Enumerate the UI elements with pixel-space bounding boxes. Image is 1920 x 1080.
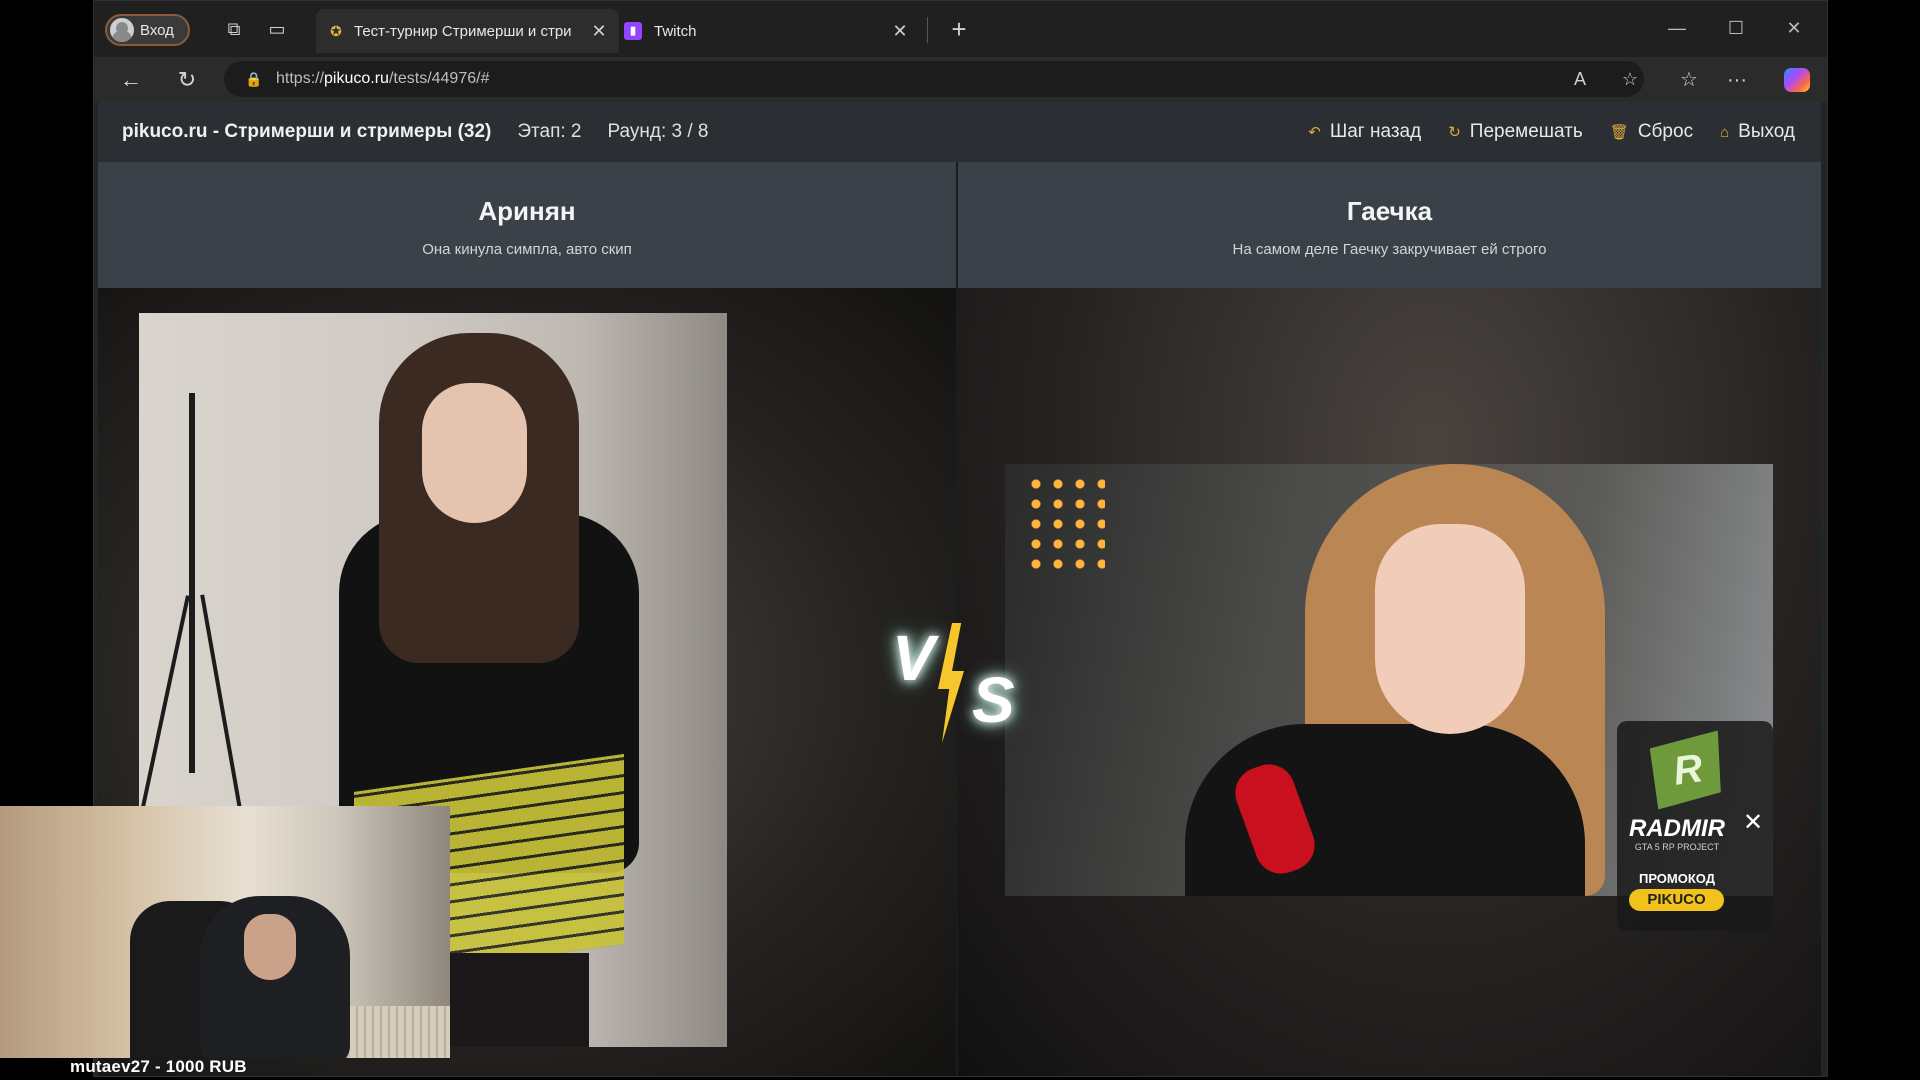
window-close-icon[interactable]: ✕ [1774,13,1814,43]
photo-face [422,383,527,523]
step-back-button[interactable]: ↶ Шаг назад [1308,121,1421,143]
donation-alert: mutaev27 - 1000 RUB [70,1057,247,1076]
radmir-ad-overlay[interactable]: R RADMIR GTA 5 RP PROJECT ПРОМОКОД PIKUC… [1617,721,1773,931]
lock-icon[interactable]: 🔒 [244,71,264,88]
navigation-bar: ← ↻ 🔒 https://pikuco.ru/tests/44976/# A … [94,57,1827,102]
url-host: pikuco.ru [324,70,389,87]
twitch-favicon-icon: ▮ [624,22,642,40]
shuffle-icon: ↻ [1448,124,1461,141]
photo-face [1375,524,1525,734]
close-tab-icon[interactable]: ✕ [587,21,611,42]
close-tab-icon[interactable]: ✕ [888,21,912,42]
pikuco-favicon-icon: ✪ [330,23,342,39]
close-icon[interactable]: ✕ [1741,811,1765,835]
contestant-left-name: Аринян [478,196,576,226]
ad-brand: RADMIR [1629,815,1725,842]
copilot-icon[interactable] [1784,68,1810,92]
contestant-left-description: Она кинула симпла, авто скип [422,241,632,258]
workspaces-icon[interactable]: ⧉ [223,18,245,40]
radmir-logo-icon: R [1648,730,1727,809]
photo-string-lights [1025,474,1105,574]
favorite-star-icon[interactable]: ☆ [1616,65,1644,93]
tab-strip: Вход ⧉ ▭ ✪ Тест-турнир Стримерши и стри … [94,1,1827,57]
contestant-left-header[interactable]: Аринян Она кинула симпла, авто скип [98,162,956,288]
reset-button[interactable]: 🗑 Сброс [1610,121,1693,143]
trash-icon: 🗑 [1609,124,1629,141]
maximize-icon[interactable]: ☐ [1716,13,1756,43]
ad-promo-label: ПРОМОКОД [1638,871,1716,886]
tripod-leg [139,595,190,831]
vs-letter-s: S [972,664,1015,736]
avatar-icon [110,18,134,42]
tab-twitch[interactable]: ▮ Twitch ✕ [624,9,920,53]
tab-title: Тест-турнир Стримерши и стри [354,22,572,40]
ad-subtitle: GTA 5 RP PROJECT [1634,842,1720,852]
tripod-leg [200,594,246,832]
vs-letter-v: V [892,622,935,694]
ad-promo-code: PIKUCO [1629,889,1724,911]
undo-icon: ↶ [1308,124,1321,141]
url-prefix: https:// [276,70,325,87]
lightning-icon [938,623,964,743]
stage-indicator: Этап: 2 [517,121,582,142]
streamer-face [244,914,296,980]
reload-icon[interactable]: ↻ [172,65,202,95]
shuffle-button[interactable]: ↻ Перемешать [1448,121,1583,143]
tripod [189,393,195,773]
profile-button[interactable]: Вход [105,14,190,46]
radiator [350,1006,450,1058]
new-tab-icon[interactable]: + [944,15,974,45]
page-title[interactable]: pikuco.ru - Стримерши и стримеры (32) [122,121,491,143]
contestant-right-header[interactable]: Гаечка На самом деле Гаечку закручивает … [958,162,1821,288]
exit-button[interactable]: ⌂ Выход [1720,121,1795,143]
reset-label: Сброс [1637,121,1694,142]
contestant-right-description: На самом деле Гаечку закручивает ей стро… [1232,241,1547,258]
contestant-right-name: Гаечка [1346,196,1433,226]
site-header: pikuco.ru - Стримерши и стримеры (32) Эт… [98,102,1821,162]
tab-separator [927,17,928,43]
round-indicator: Раунд: 3 / 8 [607,121,709,142]
tab-title: Twitch [654,22,697,40]
profile-label: Вход [140,21,174,39]
read-aloud-icon[interactable]: A [1566,65,1594,93]
header-actions: ↶ Шаг назад ↻ Перемешать 🗑 Сброс ⌂ Выход [1281,102,1795,162]
back-arrow-icon[interactable]: ← [116,65,146,95]
streamer-webcam [0,806,450,1058]
shuffle-label: Перемешать [1469,121,1583,142]
url-path: /tests/44976/# [388,70,490,87]
more-options-icon[interactable]: ··· [1722,65,1752,95]
favorites-icon[interactable]: ☆ [1674,65,1704,95]
address-bar[interactable]: 🔒 https://pikuco.ru/tests/44976/# A ☆ [224,61,1644,97]
vs-emblem: V S [884,613,1034,743]
tab-actions-icon[interactable]: ▭ [266,18,288,40]
exit-label: Выход [1738,121,1795,142]
minimize-icon[interactable]: — [1657,13,1697,43]
step-back-label: Шаг назад [1329,121,1422,142]
tab-pikuco[interactable]: ✪ Тест-турнир Стримерши и стри ✕ [316,9,619,53]
home-icon: ⌂ [1720,123,1730,141]
